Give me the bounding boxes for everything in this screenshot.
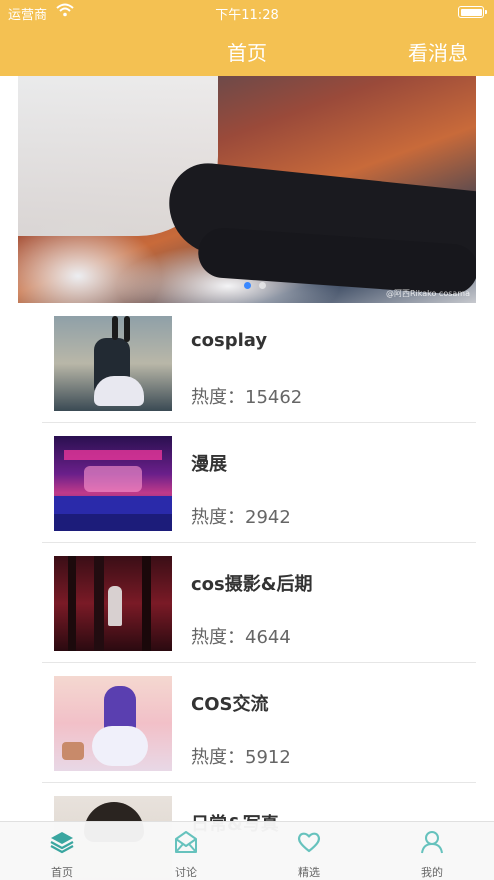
item-title: cosplay	[191, 330, 268, 351]
item-title: COS交流	[191, 694, 269, 715]
item-title: cos摄影&后期	[191, 574, 313, 595]
carousel-indicator[interactable]	[244, 282, 266, 289]
tab-label: 精选	[298, 866, 320, 879]
carousel-dot[interactable]	[244, 282, 251, 289]
item-heat: 热度：15462	[191, 387, 303, 408]
battery-icon	[458, 6, 487, 18]
item-thumbnail	[54, 676, 172, 771]
tab-bar: 首页 讨论 精选 我的	[0, 821, 494, 880]
item-thumbnail	[54, 556, 172, 651]
list-item[interactable]: cosplay 热度：15462	[42, 303, 476, 423]
tab-label: 我的	[421, 866, 443, 879]
layers-icon	[49, 829, 75, 855]
tab-mine[interactable]: 我的	[370, 822, 494, 880]
nav-bar: 首页 看消息	[0, 24, 494, 76]
tab-home[interactable]: 首页	[0, 822, 124, 880]
item-thumbnail	[54, 316, 172, 411]
list-item[interactable]: cos摄影&后期 热度：4644	[42, 543, 476, 663]
tab-featured[interactable]: 精选	[247, 822, 371, 880]
view-messages-button[interactable]: 看消息	[408, 37, 468, 66]
item-heat: 热度：4644	[191, 627, 291, 648]
banner-watermark: @阿西Rikako cosama	[385, 289, 470, 298]
item-thumbnail	[54, 436, 172, 531]
topic-list: cosplay 热度：15462 漫展 热度：2942 cos摄影&后期 热度：…	[42, 303, 476, 880]
banner-carousel[interactable]: @阿西Rikako cosama	[18, 76, 476, 303]
list-item[interactable]: 漫展 热度：2942	[42, 423, 476, 543]
status-bar: 运营商 下午11:28	[0, 0, 494, 24]
list-item[interactable]: COS交流 热度：5912	[42, 663, 476, 783]
item-heat: 热度：5912	[191, 747, 291, 768]
tab-label: 首页	[51, 866, 73, 879]
carousel-dot[interactable]	[259, 282, 266, 289]
item-title: 漫展	[191, 454, 227, 475]
mail-icon	[173, 829, 199, 855]
tab-discussion[interactable]: 讨论	[124, 822, 248, 880]
user-icon	[419, 829, 445, 855]
status-time: 下午11:28	[215, 8, 279, 23]
item-heat: 热度：2942	[191, 507, 291, 528]
tab-label: 讨论	[175, 866, 197, 879]
heart-icon	[296, 829, 322, 855]
